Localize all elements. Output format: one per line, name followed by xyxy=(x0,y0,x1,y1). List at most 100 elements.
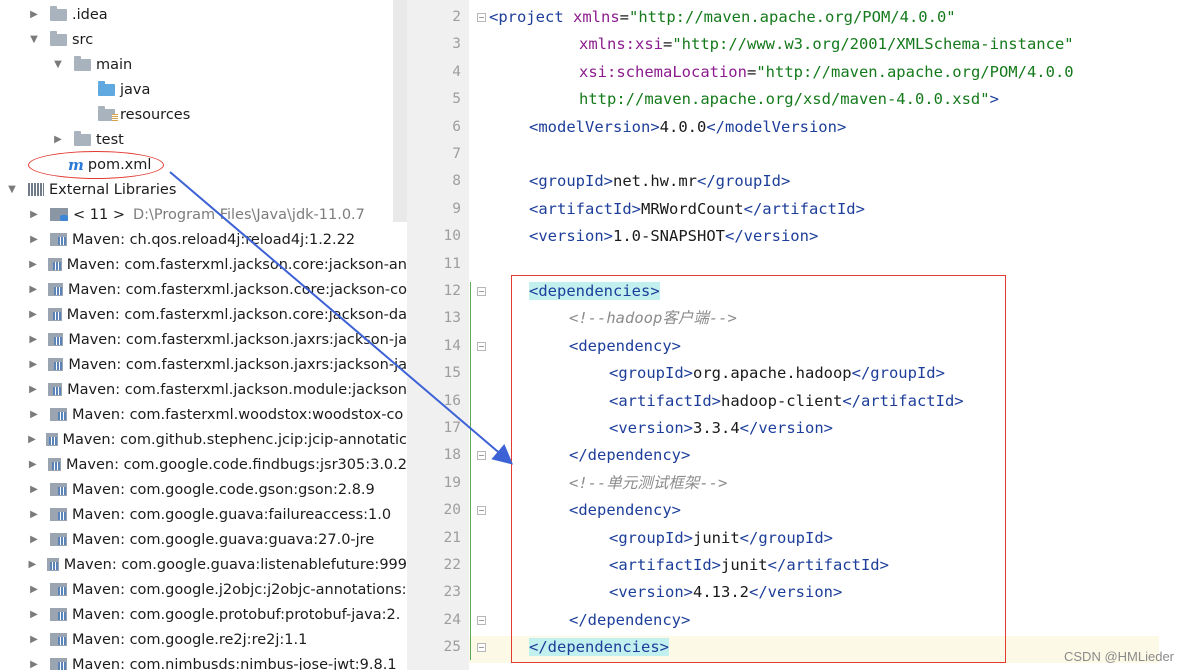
code-line[interactable]: <version>1.0-SNAPSHOT</version> xyxy=(529,223,818,250)
tree-item[interactable]: ▶ Maven: com.google.re2j:re2j:1.1 xyxy=(0,627,407,652)
tree-item-label: Maven: com.google.protobuf:protobuf-java… xyxy=(72,606,401,623)
tree-item[interactable]: ▶ Maven: com.google.code.gson:gson:2.8.9 xyxy=(0,477,407,502)
expand-arrow-right-icon[interactable]: ▶ xyxy=(28,609,40,620)
code-line[interactable]: <version>4.13.2</version> xyxy=(609,579,842,606)
tree-item-label: main xyxy=(96,56,133,73)
expand-arrow-right-icon[interactable]: ▶ xyxy=(28,584,40,595)
expand-arrow-right-icon[interactable]: ▶ xyxy=(28,509,40,520)
code-token: = xyxy=(746,62,757,81)
code-line[interactable]: </dependency> xyxy=(569,442,690,469)
tree-item[interactable]: ▼ External Libraries xyxy=(0,177,407,202)
code-line[interactable]: <project xmlns="http://maven.apache.org/… xyxy=(489,4,956,31)
expand-arrow-right-icon[interactable]: ▶ xyxy=(28,234,40,245)
tree-item[interactable]: ▶ Maven: com.fasterxml.jackson.core:jacks… xyxy=(0,302,407,327)
code-line[interactable]: <groupId>net.hw.mr</groupId> xyxy=(529,168,790,195)
expand-arrow-down-icon[interactable]: ▼ xyxy=(52,59,64,70)
fold-marker-icon[interactable] xyxy=(477,451,486,461)
tree-item[interactable]: ▶ Maven: com.google.j2objc:j2objc-annotat… xyxy=(0,577,407,602)
code-editor[interactable]: 2 3 4 5 6 7 8 9 10 11 12 13 14 15 16 17 18 19 20 21 22 23 24 25… xyxy=(407,0,1186,670)
expand-arrow-right-icon[interactable]: ▶ xyxy=(28,434,36,445)
code-token: </groupId> xyxy=(851,364,945,383)
tree-item[interactable]: ▶ Maven: ch.qos.reload4j:reload4j:1.2.22 xyxy=(0,227,407,252)
code-line[interactable]: <dependencies> xyxy=(529,278,660,305)
fold-marker-icon[interactable] xyxy=(477,615,486,625)
expand-arrow-right-icon[interactable]: ▶ xyxy=(52,134,64,145)
tree-item[interactable]: java xyxy=(0,77,407,102)
expand-arrow-right-icon[interactable]: ▶ xyxy=(28,559,37,570)
tree-item[interactable]: ▶ Maven: com.google.guava:listenablefutur… xyxy=(0,552,407,577)
tree-item-label: Maven: com.google.guava:failureaccess:1.… xyxy=(72,506,392,523)
tree-item[interactable]: ▼ src xyxy=(0,27,407,52)
code-line[interactable]: xmlns:xsi="http://www.w3.org/2001/XMLSch… xyxy=(579,31,1074,58)
tree-item[interactable]: ▶ Maven: com.fasterxml.jackson.core:jacks… xyxy=(0,277,407,302)
tree-item[interactable]: ▶ < 11 > D:\Program Files\Java\jdk-11.0.7 xyxy=(0,202,407,227)
tree-item[interactable]: ▶ Maven: com.google.guava:failureaccess:1… xyxy=(0,502,407,527)
expand-arrow-right-icon[interactable]: ▶ xyxy=(28,359,38,370)
tree-item[interactable]: ▶ Maven: com.github.stephenc.jcip:jcip-an… xyxy=(0,427,407,452)
tree-item-label: Maven: ch.qos.reload4j:reload4j:1.2.22 xyxy=(72,231,356,248)
tree-item-label: test xyxy=(96,131,124,148)
code-line[interactable]: http://maven.apache.org/xsd/maven-4.0.0.… xyxy=(579,86,999,113)
expand-arrow-right-icon[interactable]: ▶ xyxy=(28,384,38,395)
tree-scrollbar[interactable] xyxy=(393,0,407,222)
fold-marker-icon[interactable] xyxy=(477,13,486,22)
code-line[interactable]: <version>3.3.4</version> xyxy=(609,415,833,442)
tree-item[interactable]: ▼ main xyxy=(0,52,407,77)
tree-item-label: Maven: com.google.code.gson:gson:2.8.9 xyxy=(72,481,375,498)
expand-arrow-right-icon[interactable]: ▶ xyxy=(28,309,38,320)
library-icon xyxy=(48,358,64,371)
code-token: <groupId> xyxy=(609,528,693,547)
code-line[interactable]: <dependency> xyxy=(569,333,681,360)
change-marker xyxy=(470,282,471,660)
tree-item[interactable]: ▶ Maven: com.fasterxml.jackson.module:jac… xyxy=(0,377,407,402)
expand-arrow-down-icon[interactable]: ▼ xyxy=(28,34,40,45)
code-line[interactable]: <groupId>junit</groupId> xyxy=(609,525,833,552)
code-token: 4.0.0 xyxy=(659,117,707,136)
expand-arrow-right-icon[interactable]: ▶ xyxy=(28,409,40,420)
expand-arrow-right-icon[interactable]: ▶ xyxy=(28,459,38,470)
fold-marker-icon[interactable] xyxy=(477,341,486,351)
tree-item[interactable]: resources xyxy=(0,102,407,127)
expand-arrow-right-icon[interactable]: ▶ xyxy=(28,534,40,545)
tree-item[interactable]: ▶ Maven: com.google.protobuf:protobuf-jav… xyxy=(0,602,407,627)
expand-arrow-right-icon[interactable]: ▶ xyxy=(28,259,38,270)
code-line[interactable]: <groupId>org.apache.hadoop</groupId> xyxy=(609,360,945,387)
expand-arrow-right-icon[interactable]: ▶ xyxy=(28,209,40,220)
code-line[interactable]: <!--单元测试框架--> xyxy=(569,470,727,497)
code-line[interactable]: </dependency> xyxy=(569,607,690,634)
libraries-icon xyxy=(28,183,44,196)
tree-item[interactable]: ▶ Maven: com.google.code.findbugs:jsr305:… xyxy=(0,452,407,477)
expand-arrow-right-icon[interactable]: ▶ xyxy=(28,659,40,670)
code-line[interactable]: <artifactId>hadoop-client</artifactId> xyxy=(609,388,964,415)
tree-item[interactable]: ▶ Maven: com.fasterxml.woodstox:woodstox-… xyxy=(0,402,407,427)
tree-item[interactable]: ▶ .idea xyxy=(0,2,407,27)
code-line[interactable]: <artifactId>MRWordCount</artifactId> xyxy=(529,196,865,223)
code-token: junit xyxy=(720,556,768,574)
expand-arrow-right-icon[interactable]: ▶ xyxy=(28,284,38,295)
fold-marker-icon[interactable] xyxy=(477,643,486,653)
code-line[interactable]: <modelVersion>4.0.0</modelVersion> xyxy=(529,114,846,141)
expand-arrow-down-icon[interactable]: ▼ xyxy=(6,184,18,195)
tree-item[interactable]: ▶ Maven: com.fasterxml.jackson.jaxrs:jack… xyxy=(0,352,407,377)
tree-item[interactable]: ▶ Maven: com.fasterxml.jackson.jaxrs:jack… xyxy=(0,327,407,352)
expand-arrow-right-icon[interactable]: ▶ xyxy=(28,9,40,20)
expand-arrow-right-icon[interactable]: ▶ xyxy=(28,634,40,645)
expand-arrow-right-icon[interactable]: ▶ xyxy=(28,484,40,495)
folder-icon xyxy=(74,130,91,146)
code-token: <modelVersion> xyxy=(529,117,660,136)
fold-marker-icon[interactable] xyxy=(477,287,486,296)
expand-arrow-right-icon[interactable]: ▶ xyxy=(28,334,38,345)
code-line[interactable]: xsi:schemaLocation="http://maven.apache.… xyxy=(579,59,1074,86)
line-number: 10 xyxy=(443,228,461,245)
code-token: </dependency> xyxy=(569,446,691,465)
tree-item[interactable]: ▶ Maven: com.fasterxml.jackson.core:jacks… xyxy=(0,252,407,277)
code-line[interactable]: <!--hadoop客户端--> xyxy=(569,305,737,332)
line-number: 14 xyxy=(443,337,461,354)
fold-marker-icon[interactable] xyxy=(477,506,486,516)
tree-item[interactable]: ▶ Maven: com.google.guava:guava:27.0-jre xyxy=(0,527,407,552)
code-line[interactable]: <artifactId>junit</artifactId> xyxy=(609,552,889,579)
code-line[interactable]: </dependencies> xyxy=(529,634,669,661)
code-line[interactable]: <dependency> xyxy=(569,497,681,524)
tree-item[interactable]: ▶ Maven: com.nimbusds:nimbus-jose-jwt:9.8… xyxy=(0,652,407,670)
tree-item[interactable]: ▶ test xyxy=(0,127,407,152)
